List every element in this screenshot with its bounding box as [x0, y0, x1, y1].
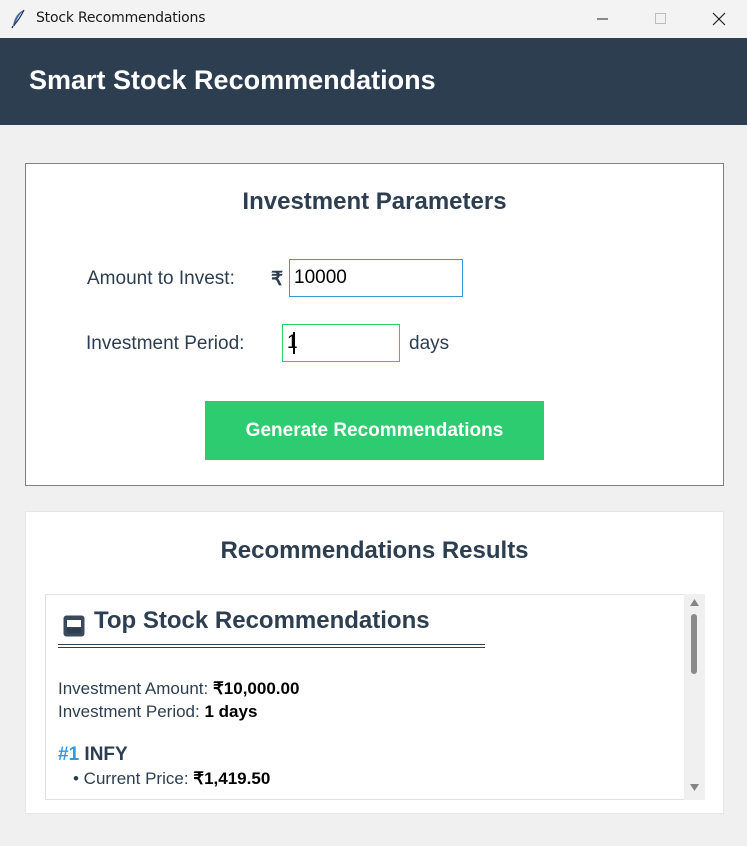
investment-parameters-panel: Investment Parameters Amount to Invest: … — [25, 163, 724, 486]
feather-icon — [10, 9, 28, 29]
heading-underline — [58, 644, 485, 645]
period-input[interactable] — [282, 324, 400, 362]
amount-input[interactable] — [289, 259, 463, 297]
portfolio-icon — [63, 615, 85, 642]
investment-amount-value: ₹10,000.00 — [212, 679, 300, 698]
close-button[interactable] — [690, 0, 747, 38]
period-label: Investment Period: — [86, 333, 245, 354]
maximize-button[interactable] — [632, 0, 690, 38]
recommendations-results-panel: Recommendations Results Top Stock Recomm… — [25, 511, 724, 814]
investment-amount-label: Investment Amount: — [58, 679, 209, 698]
scroll-down-icon — [690, 784, 699, 791]
investment-period-label: Investment Period: — [58, 702, 200, 721]
app-header: Smart Stock Recommendations — [0, 38, 747, 125]
recommendations-heading: Top Stock Recommendations — [94, 607, 430, 634]
recommendation-symbol: INFY — [84, 744, 128, 765]
app-title: Smart Stock Recommendations — [29, 65, 436, 95]
scroll-up-icon — [690, 599, 699, 606]
close-icon — [712, 12, 726, 26]
currency-symbol: ₹ — [271, 269, 284, 290]
scrollbar-thumb[interactable] — [691, 614, 697, 674]
current-price-line: • Current Price: ₹1,419.50 — [73, 769, 270, 789]
investment-period-line: Investment Period: 1 days — [58, 702, 257, 722]
window-title: Stock Recommendations — [36, 10, 206, 26]
current-price-value: ₹1,419.50 — [193, 769, 271, 788]
results-text-area[interactable]: Top Stock Recommendations Investment Amo… — [45, 594, 685, 800]
amount-label: Amount to Invest: — [87, 268, 235, 289]
results-scrollbar[interactable] — [684, 594, 705, 800]
current-price-label: • Current Price: — [73, 769, 189, 788]
investment-period-value: 1 days — [204, 702, 258, 721]
minimize-button[interactable] — [574, 0, 632, 38]
maximize-icon — [655, 13, 666, 24]
generate-recommendations-button[interactable]: Generate Recommendations — [205, 401, 544, 460]
minimize-icon — [597, 18, 608, 20]
window-titlebar: Stock Recommendations — [0, 0, 747, 39]
recommendation-rank: #1 — [58, 744, 80, 765]
results-title: Recommendations Results — [220, 537, 529, 564]
params-title: Investment Parameters — [242, 188, 507, 215]
heading-underline-secondary — [58, 647, 485, 648]
period-unit-label: days — [409, 333, 450, 354]
recommendation-item: #1 INFY — [58, 744, 128, 766]
investment-amount-line: Investment Amount: ₹10,000.00 — [58, 679, 299, 699]
text-cursor — [293, 332, 295, 354]
